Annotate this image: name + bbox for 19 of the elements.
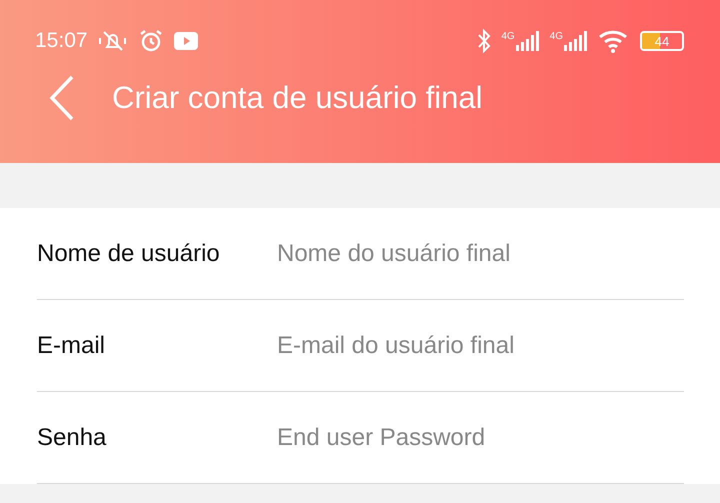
bluetooth-icon bbox=[477, 28, 492, 54]
page-title: Criar conta de usuário final bbox=[112, 80, 482, 116]
back-button[interactable] bbox=[48, 74, 76, 122]
signal-icon bbox=[516, 31, 540, 51]
field-label: Senha bbox=[37, 424, 108, 452]
signal-icon bbox=[564, 31, 588, 51]
input-field[interactable]: Nome do usuário final bbox=[277, 240, 684, 268]
clock-time: 15:07 bbox=[35, 29, 88, 53]
wifi-icon bbox=[598, 29, 630, 53]
network-type-label: 4G bbox=[501, 31, 515, 42]
network-type-label: 4G bbox=[550, 31, 563, 42]
battery-percent: 44 bbox=[654, 34, 670, 48]
field-label: E-mail bbox=[37, 332, 106, 360]
video-play-icon bbox=[174, 32, 198, 50]
muted-bell-icon bbox=[98, 29, 128, 53]
field-label: Nome de usuário bbox=[37, 240, 221, 268]
alarm-icon bbox=[138, 28, 164, 54]
input-field[interactable]: E-mail do usuário final bbox=[277, 332, 684, 360]
input-field[interactable]: End user Password bbox=[277, 424, 684, 452]
